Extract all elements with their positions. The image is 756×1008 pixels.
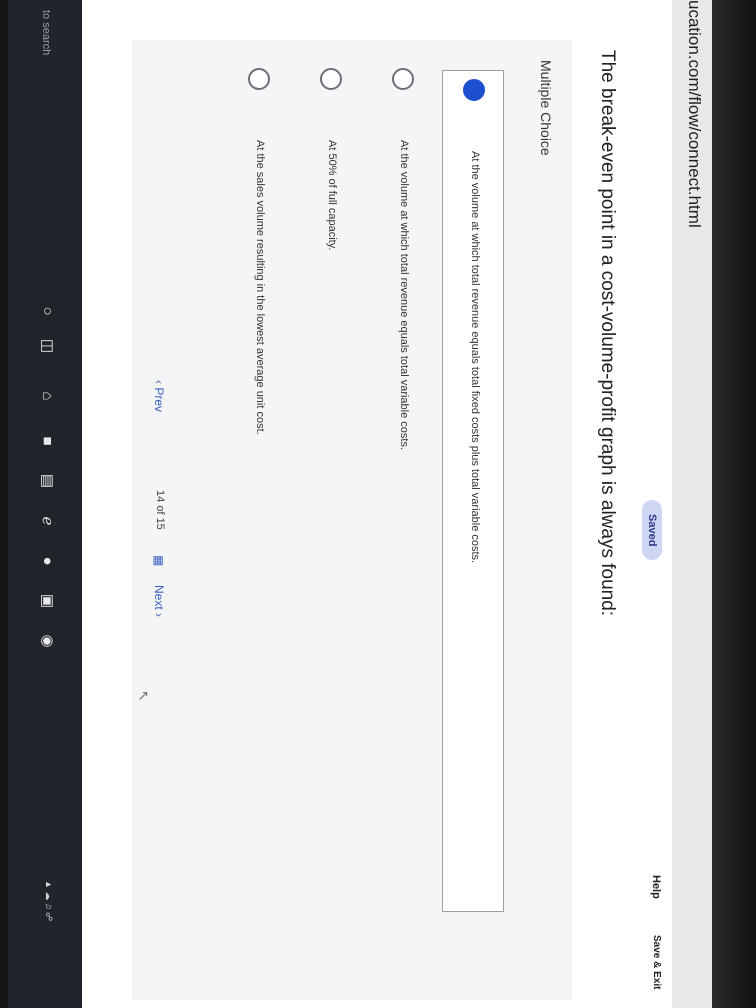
- option-2[interactable]: At the volume at which total revenue equ…: [372, 60, 432, 860]
- app-icon[interactable]: ■: [36, 430, 58, 452]
- address-bar[interactable]: ucation.com/flow/connect.html: [671, 0, 712, 1008]
- file-explorer-icon[interactable]: ▤: [36, 470, 58, 492]
- save-exit-link[interactable]: Save & Exit: [651, 935, 662, 989]
- next-button[interactable]: Next ›: [152, 585, 166, 617]
- page-of: of: [154, 505, 166, 515]
- grid-icon[interactable]: ▦: [152, 555, 166, 566]
- radio-selected-icon[interactable]: [463, 79, 485, 101]
- system-tray[interactable]: ▲ ☁ ♫ ☍: [43, 880, 54, 921]
- page-current: 14: [154, 490, 166, 503]
- question-navigation: ‹ Prev 14 of 15 ▦ Next ›: [136, 0, 176, 1008]
- option-text: At the sales volume resulting in the low…: [254, 140, 266, 435]
- hp-icon[interactable]: ●: [36, 550, 58, 572]
- monitor-bezel-right: [712, 0, 756, 1008]
- page-counter: 14 of 15: [154, 490, 166, 530]
- help-link[interactable]: Help: [650, 875, 662, 899]
- prev-label: Prev: [152, 387, 166, 413]
- task-view-icon[interactable]: ◫: [36, 335, 58, 357]
- url-text: ucation.com/flow/connect.html: [685, 0, 704, 228]
- option-3[interactable]: At 50% of full capacity.: [300, 60, 360, 860]
- radio-icon[interactable]: [248, 68, 270, 90]
- option-1[interactable]: At the volume at which total revenue equ…: [442, 70, 504, 912]
- taskbar-search[interactable]: to search: [40, 10, 52, 55]
- page-total: 15: [154, 517, 166, 530]
- rotated-display: ucation.com/flow/connect.html Saved Help…: [8, 0, 712, 1008]
- mouse-cursor-icon: ↖: [136, 690, 152, 702]
- home-icon[interactable]: ⌂: [36, 385, 58, 407]
- next-label: Next: [152, 585, 166, 610]
- question-text: The break-even point in a cost-volume-pr…: [597, 50, 618, 617]
- option-text: At the volume at which total revenue equ…: [469, 151, 481, 564]
- edge-icon[interactable]: ℯ: [36, 510, 58, 532]
- saved-badge: Saved: [642, 500, 662, 561]
- radio-icon[interactable]: [320, 68, 342, 90]
- screen: ucation.com/flow/connect.html Saved Help…: [8, 0, 712, 1008]
- cortana-icon[interactable]: ○: [36, 300, 58, 322]
- prev-button[interactable]: ‹ Prev: [152, 380, 166, 412]
- quiz-header: Saved Help Save & Exit: [628, 0, 672, 1008]
- radio-icon[interactable]: [392, 68, 414, 90]
- option-text: At the volume at which total revenue equ…: [398, 140, 410, 451]
- monitor-bezel-left: [0, 0, 8, 1008]
- quiz-page: Saved Help Save & Exit The break-even po…: [82, 0, 672, 1008]
- taskbar: to search ○ ◫ ⌂ ■ ▤ ℯ ● ▣ ◉ ▲ ☁ ♫ ☍: [8, 0, 82, 1008]
- option-4[interactable]: At the sales volume resulting in the low…: [228, 60, 288, 860]
- option-text: At 50% of full capacity.: [326, 140, 338, 251]
- chrome-icon[interactable]: ◉: [36, 630, 58, 652]
- question-type-label: Multiple Choice: [538, 60, 554, 156]
- chevron-right-icon: ›: [152, 609, 166, 618]
- store-icon[interactable]: ▣: [36, 590, 58, 612]
